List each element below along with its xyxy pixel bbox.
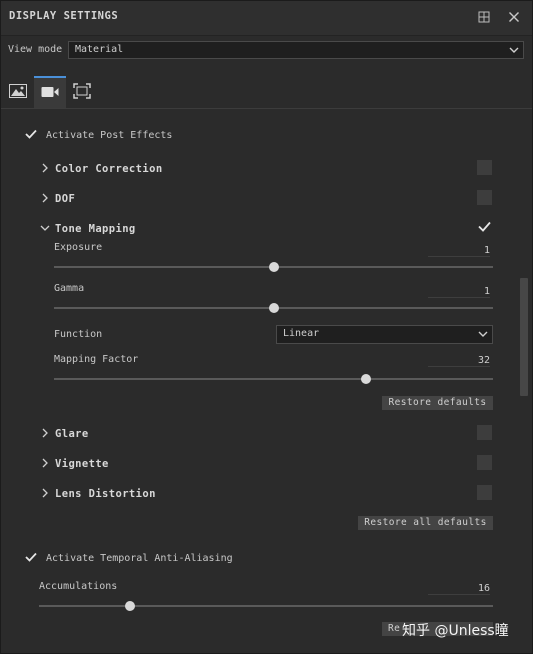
restore-defaults-button[interactable]: Restore defaults xyxy=(382,396,493,410)
close-icon[interactable] xyxy=(504,7,524,27)
function-label: Function xyxy=(54,329,103,340)
tabs-divider xyxy=(1,108,532,109)
camera-icon xyxy=(41,86,59,101)
dof-checkbox[interactable] xyxy=(477,190,492,205)
view-mode-select[interactable]: Material xyxy=(68,41,524,59)
accumulations-input[interactable]: 16 xyxy=(428,583,490,595)
taa-label: Activate Temporal Anti-Aliasing xyxy=(46,553,233,564)
image-icon xyxy=(9,83,27,101)
section-tone-mapping[interactable]: Tone Mapping xyxy=(55,223,136,235)
exposure-slider[interactable] xyxy=(54,262,493,272)
section-dof[interactable]: DOF xyxy=(55,193,75,205)
mapping-factor-slider-knob[interactable] xyxy=(360,374,371,384)
function-value: Linear xyxy=(283,328,320,339)
vignette-checkbox[interactable] xyxy=(477,455,492,470)
view-mode-label: View mode xyxy=(8,44,63,55)
lens-distortion-checkbox[interactable] xyxy=(477,485,492,500)
check-icon xyxy=(478,221,491,235)
exposure-label: Exposure xyxy=(54,242,103,253)
tab-frame[interactable] xyxy=(66,76,98,108)
panel-title: DISPLAY SETTINGS xyxy=(9,10,119,22)
mapping-factor-label: Mapping Factor xyxy=(54,354,139,365)
section-glare[interactable]: Glare xyxy=(55,428,89,440)
gamma-label: Gamma xyxy=(54,283,85,294)
scrollbar-thumb[interactable] xyxy=(520,278,528,396)
watermark-text: 知乎 @Unless瞳 xyxy=(402,623,509,639)
tab-camera[interactable] xyxy=(34,76,66,108)
gamma-slider-knob[interactable] xyxy=(268,303,279,313)
gamma-input[interactable]: 1 xyxy=(428,286,490,298)
chevron-right-icon[interactable] xyxy=(40,458,50,468)
exposure-input[interactable]: 1 xyxy=(428,245,490,257)
chevron-down-icon xyxy=(509,45,519,58)
check-icon xyxy=(24,552,37,565)
gamma-slider[interactable] xyxy=(54,303,493,313)
accumulations-slider-knob[interactable] xyxy=(124,601,135,611)
dock-icon[interactable] xyxy=(474,7,494,27)
chevron-right-icon[interactable] xyxy=(40,488,50,498)
chevron-down-icon[interactable] xyxy=(40,223,50,233)
tab-image[interactable] xyxy=(2,76,34,108)
chevron-right-icon[interactable] xyxy=(40,163,50,173)
glare-checkbox[interactable] xyxy=(477,425,492,440)
post-effects-checkbox[interactable] xyxy=(24,129,37,142)
section-lens-distortion[interactable]: Lens Distortion xyxy=(55,488,156,500)
check-icon xyxy=(24,129,37,142)
frame-icon xyxy=(73,82,91,102)
color-correction-checkbox[interactable] xyxy=(477,160,492,175)
post-effects-label: Activate Post Effects xyxy=(46,130,173,141)
restore-all-defaults-button[interactable]: Restore all defaults xyxy=(358,516,493,530)
chevron-right-icon[interactable] xyxy=(40,428,50,438)
chevron-right-icon[interactable] xyxy=(40,193,50,203)
function-select[interactable]: Linear xyxy=(276,325,493,344)
taa-checkbox[interactable] xyxy=(24,552,37,565)
accumulations-slider[interactable] xyxy=(39,601,493,611)
section-color-correction[interactable]: Color Correction xyxy=(55,163,163,175)
exposure-slider-knob[interactable] xyxy=(268,262,279,272)
mapping-factor-slider[interactable] xyxy=(54,374,493,384)
chevron-down-icon xyxy=(478,329,488,342)
view-mode-value: Material xyxy=(75,44,124,55)
mapping-factor-input[interactable]: 32 xyxy=(428,355,490,367)
section-vignette[interactable]: Vignette xyxy=(55,458,109,470)
accumulations-label: Accumulations xyxy=(39,581,118,592)
tone-mapping-checkbox[interactable] xyxy=(478,221,491,234)
